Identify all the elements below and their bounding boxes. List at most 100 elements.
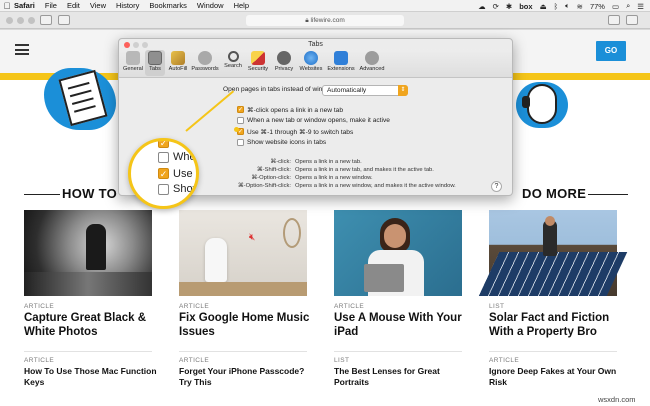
- article-title[interactable]: How To Use Those Mac Function Keys: [24, 366, 164, 387]
- article-kicker: ARTICLE: [489, 357, 520, 364]
- magnifier-icon: [227, 51, 239, 62]
- tab-general[interactable]: General: [121, 50, 145, 76]
- photo-thumbnail[interactable]: [334, 210, 462, 296]
- cloud-icon[interactable]: ☁: [478, 2, 486, 11]
- checkbox-make-new-tab-active[interactable]: [237, 117, 244, 124]
- callout-dot: [234, 127, 239, 132]
- browser-toolbar: 🔒︎ lifewire.com: [0, 12, 650, 29]
- menu-bookmarks[interactable]: Bookmarks: [149, 1, 187, 10]
- search-go-button[interactable]: GO: [596, 41, 626, 61]
- close-preferences-icon[interactable]: [124, 42, 130, 48]
- key-icon: [198, 51, 212, 65]
- box-icon[interactable]: box: [519, 2, 532, 11]
- menu-window[interactable]: Window: [197, 1, 224, 10]
- eject-icon[interactable]: ⏏: [540, 2, 547, 11]
- chevron-updown-icon: ⇕: [398, 85, 408, 96]
- tab-autofill[interactable]: AutoFill: [166, 50, 190, 76]
- bluetooth-icon[interactable]: ᛒ: [554, 2, 559, 11]
- article-title[interactable]: Use A Mouse With Your iPad: [334, 311, 474, 339]
- checklist-icon: [58, 69, 108, 127]
- magnified-text: Whe: [173, 151, 196, 163]
- shortcut-keys: ⌘-Option-click:: [251, 175, 291, 181]
- open-pages-select[interactable]: Automatically ⇕: [322, 85, 408, 96]
- puzzle-icon: [334, 51, 348, 65]
- minimize-preferences-icon: [133, 42, 139, 48]
- tab-privacy[interactable]: Privacy: [272, 50, 296, 76]
- wifi-icon[interactable]: ≋: [577, 2, 583, 11]
- back-icon[interactable]: [58, 15, 70, 25]
- volume-icon[interactable]: 🔈︎: [565, 1, 570, 11]
- option-label: Show website icons in tabs: [247, 139, 327, 146]
- apple-icon[interactable]: : [0, 1, 14, 11]
- sidebar-toggle-icon[interactable]: [40, 15, 52, 25]
- tab-passwords[interactable]: Passwords: [190, 50, 220, 76]
- checkbox-cmd-click-new-tab[interactable]: ✓: [237, 106, 244, 113]
- battery-percent[interactable]: 77%: [590, 2, 605, 11]
- article-title[interactable]: Capture Great Black & White Photos: [24, 311, 164, 339]
- notification-center-icon[interactable]: ☰: [637, 2, 644, 11]
- menu-file[interactable]: File: [45, 1, 57, 10]
- share-icon[interactable]: [608, 15, 620, 25]
- article-kicker: ARTICLE: [24, 303, 55, 310]
- menu-safari[interactable]: Safari: [14, 1, 35, 10]
- magnified-checkbox: [158, 152, 169, 163]
- privacy-hand-icon: [277, 51, 291, 65]
- close-window-icon[interactable]: [6, 17, 13, 24]
- photo-thumbnail[interactable]: 🔇︎: [179, 210, 307, 296]
- tabs-icon: [148, 51, 162, 65]
- menu-bar:  Safari File Edit View History Bookmark…: [0, 0, 650, 12]
- article-kicker: ARTICLE: [334, 303, 365, 310]
- shortcut-keys: ⌘-Shift-click:: [256, 167, 291, 173]
- option-label: When a new tab or window opens, make it …: [247, 117, 390, 124]
- section-heading-do-more[interactable]: DO MORE: [522, 186, 586, 201]
- gear-icon: [365, 51, 379, 65]
- sync-icon[interactable]: ⟳: [493, 2, 499, 11]
- globe-icon: [304, 51, 318, 65]
- how-to-illustration: [44, 68, 116, 130]
- tab-search[interactable]: Search: [222, 50, 244, 76]
- star-icon[interactable]: ✱: [506, 2, 512, 11]
- checkbox-show-website-icons[interactable]: [237, 139, 244, 146]
- battery-icon[interactable]: ▭: [612, 2, 619, 11]
- photo-thumbnail[interactable]: [24, 210, 152, 296]
- tabs-overview-icon[interactable]: [626, 15, 638, 25]
- minimize-window-icon[interactable]: [17, 17, 24, 24]
- menu-help[interactable]: Help: [234, 1, 249, 10]
- status-area: ☁ ⟳ ✱ box ⏏ ᛒ 🔈︎ ≋ 77% ▭ ⌕ ☰: [478, 0, 644, 12]
- do-more-illustration: [516, 82, 568, 128]
- headphones-person-icon: [527, 84, 557, 124]
- watermark: wsxdn.com: [598, 395, 636, 404]
- menu-view[interactable]: View: [90, 1, 106, 10]
- article-title[interactable]: Ignore Deep Fakes at Your Own Risk: [489, 366, 629, 387]
- tab-websites[interactable]: Websites: [297, 50, 325, 76]
- magnified-text: Show: [173, 183, 199, 195]
- switch-icon: [126, 51, 140, 65]
- window-controls: [6, 17, 35, 24]
- article-title[interactable]: Fix Google Home Music Issues: [179, 311, 319, 339]
- url-text: lifewire.com: [310, 17, 345, 24]
- section-heading-how-to[interactable]: HOW TO: [62, 186, 117, 201]
- help-button[interactable]: ?: [491, 181, 502, 192]
- tab-advanced[interactable]: Advanced: [357, 50, 387, 76]
- magnified-checkbox: ✓: [158, 168, 169, 179]
- zoom-window-icon[interactable]: [28, 17, 35, 24]
- option-label: Use ⌘-1 through ⌘-9 to switch tabs: [247, 129, 354, 136]
- article-title[interactable]: The Best Lenses for Great Portraits: [334, 366, 474, 387]
- menu-edit[interactable]: Edit: [67, 1, 80, 10]
- menu-history[interactable]: History: [116, 1, 139, 10]
- spotlight-search-icon[interactable]: ⌕: [626, 1, 630, 11]
- shortcut-description: Opens a link in a new tab.: [295, 159, 362, 165]
- shortcut-keys: ⌘-click:: [270, 159, 291, 165]
- zoom-preferences-icon: [142, 42, 148, 48]
- zoom-magnifier: ✓ Whe ✓ Use ⌘ Show: [128, 138, 199, 209]
- menu-icon[interactable]: [15, 44, 29, 55]
- option-label: ⌘-click opens a link in a new tab: [247, 107, 344, 114]
- tab-security[interactable]: Security: [245, 50, 271, 76]
- tab-extensions[interactable]: Extensions: [325, 50, 357, 76]
- article-title[interactable]: Forget Your iPhone Passcode? Try This: [179, 366, 319, 387]
- tab-tabs[interactable]: Tabs: [145, 50, 165, 76]
- photo-thumbnail[interactable]: [478, 210, 628, 296]
- article-title[interactable]: Solar Fact and Fiction With a Property B…: [489, 311, 629, 339]
- address-bar[interactable]: 🔒︎ lifewire.com: [246, 15, 404, 26]
- preferences-toolbar: General Tabs AutoFill Passwords Search S…: [119, 49, 512, 78]
